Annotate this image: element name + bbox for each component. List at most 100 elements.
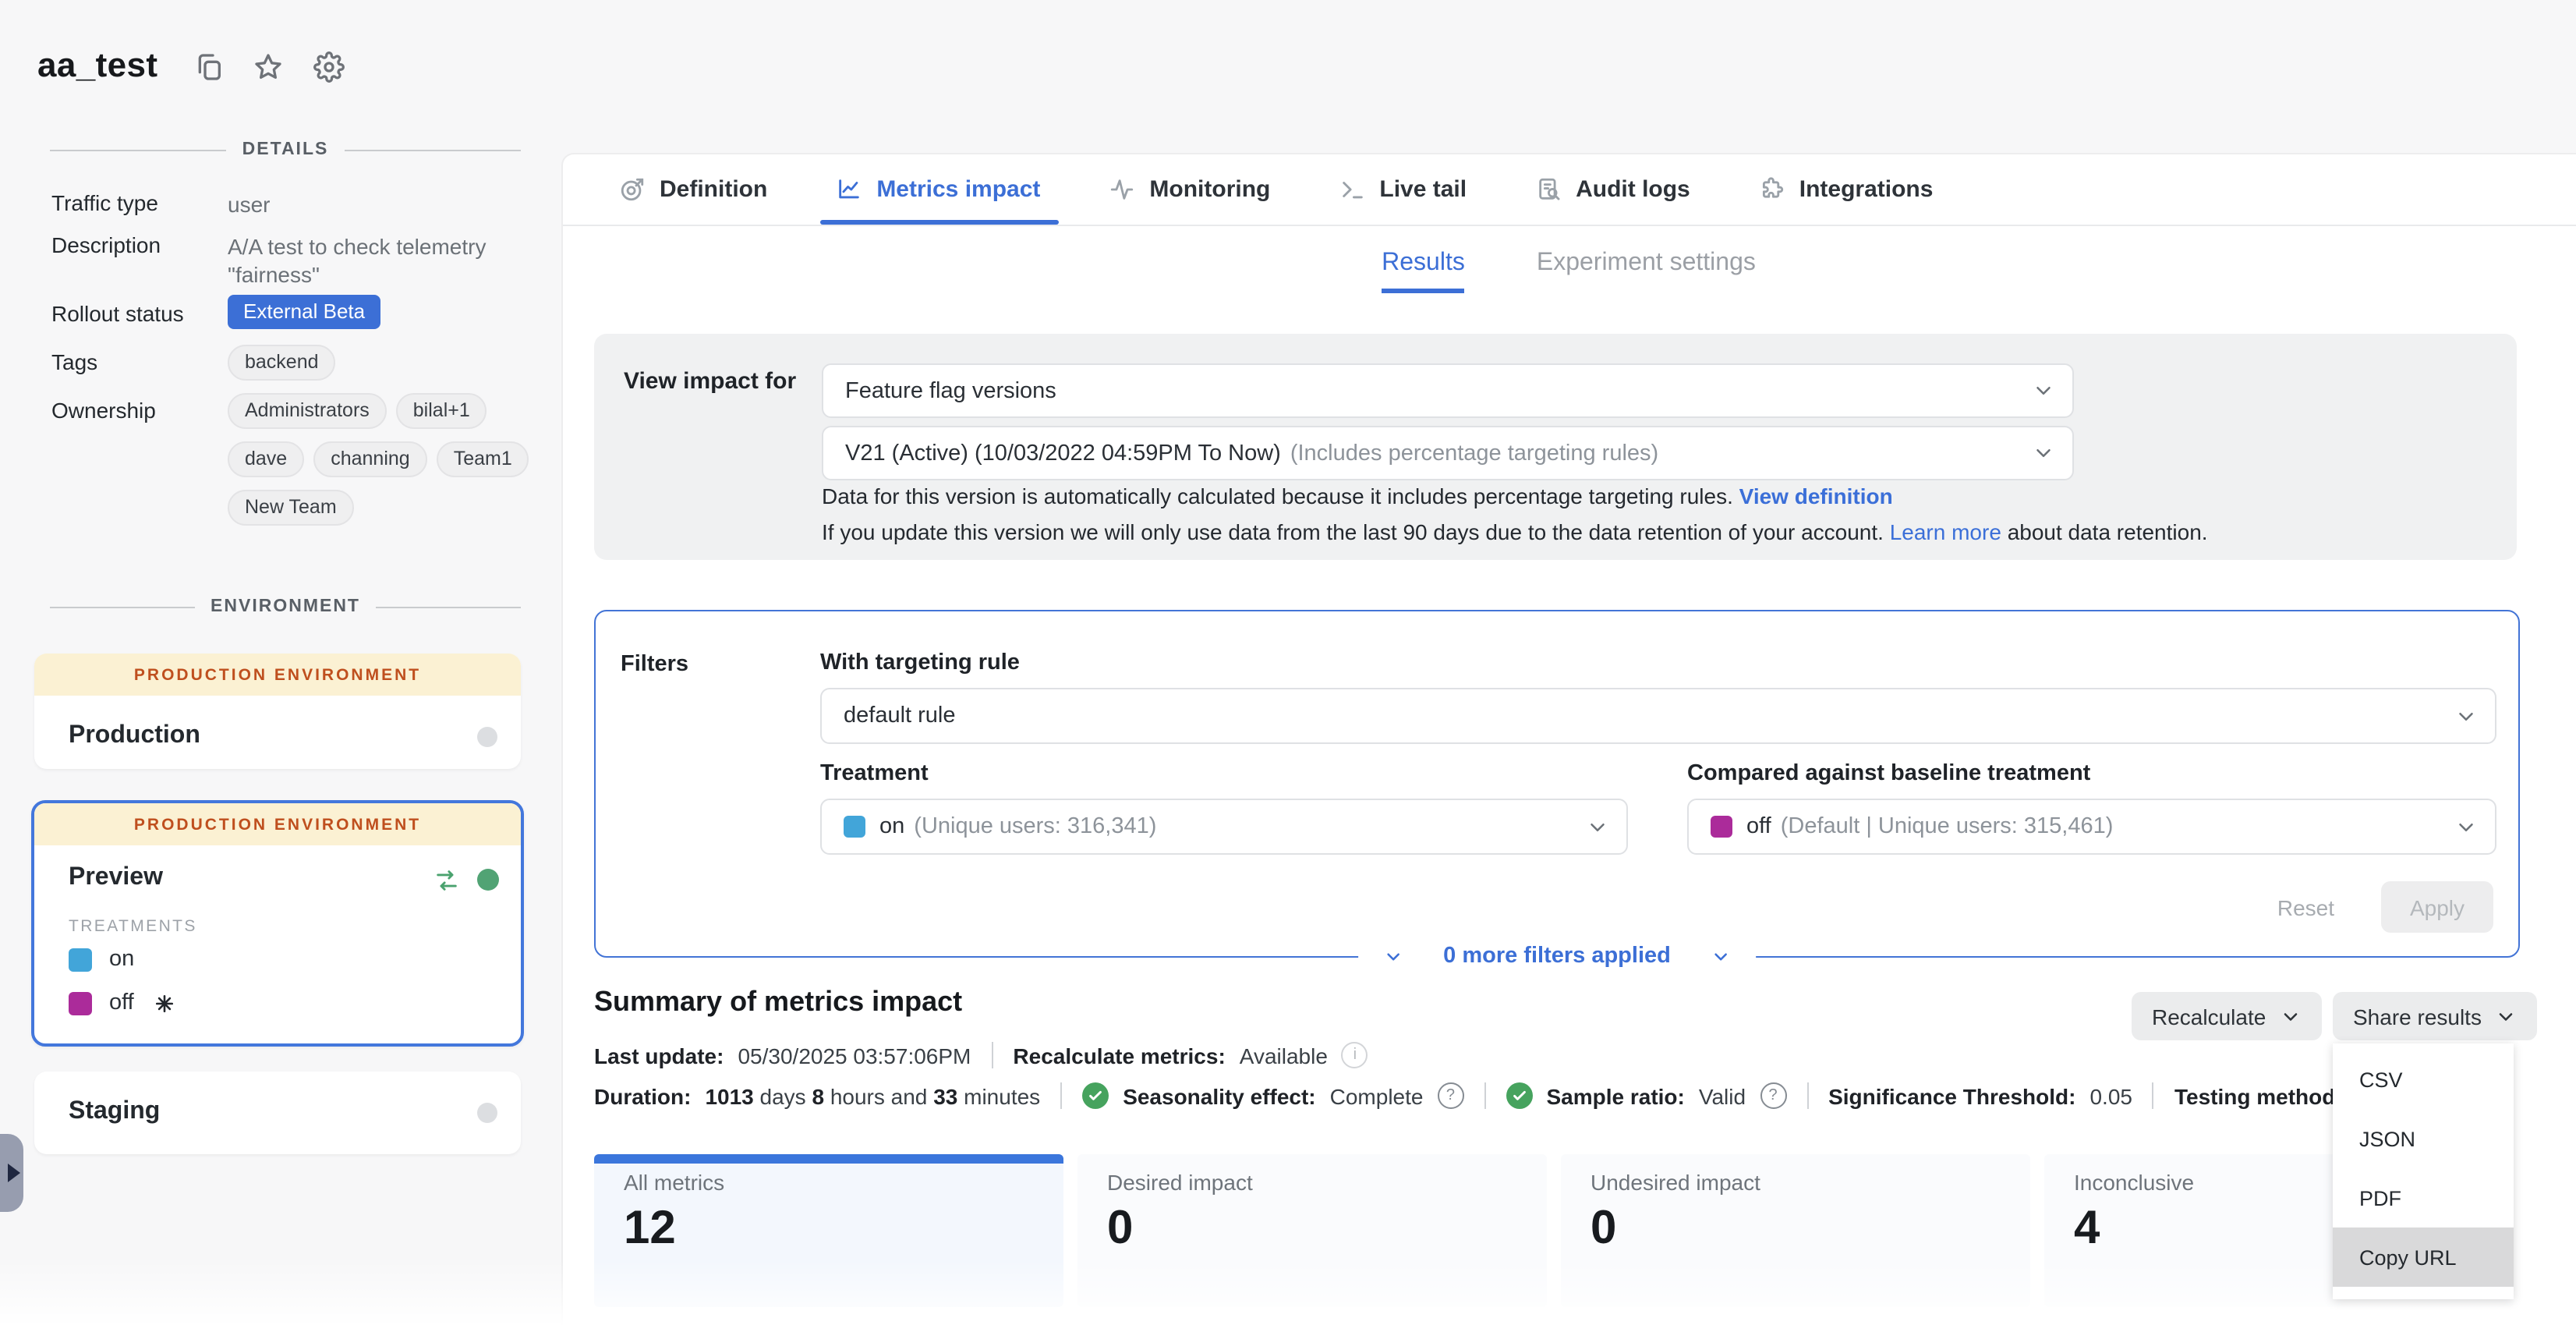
tab-live-tail[interactable]: Live tail [1339, 154, 1467, 225]
metric-card-value: 0 [1107, 1203, 1133, 1256]
chevron-down-icon [2280, 1005, 2302, 1027]
chevron-down-icon [2454, 815, 2478, 838]
help-icon[interactable]: ? [1437, 1082, 1463, 1109]
traffic-type-value: user [228, 190, 521, 218]
star-icon[interactable] [253, 51, 284, 83]
baseline-dropdown[interactable]: off (Default | Unique users: 315,461) [1687, 799, 2496, 855]
owner-chip[interactable]: New Team [228, 490, 354, 526]
owner-chip[interactable]: channing [313, 441, 427, 477]
share-results-label: Share results [2353, 1004, 2482, 1029]
share-results-menu: CSV JSON PDF Copy URL [2333, 1043, 2514, 1299]
help-icon[interactable]: ? [1760, 1082, 1786, 1109]
env-card-preview[interactable]: PRODUCTION ENVIRONMENT Preview TREATMENT… [31, 800, 524, 1047]
treatment-off-swatch [69, 991, 92, 1015]
default-treatment-asterisk-icon [154, 993, 175, 1013]
treatment-on-label: on [109, 947, 134, 972]
details-title: DETAILS [242, 140, 329, 159]
gear-icon[interactable] [313, 51, 345, 83]
version-dropdown[interactable]: V21 (Active) (10/03/2022 04:59PM To Now)… [822, 426, 2074, 480]
tab-label: Integrations [1799, 176, 1934, 203]
tab-integrations[interactable]: Integrations [1759, 154, 1934, 225]
note1-text: Data for this version is automatically c… [822, 484, 1733, 508]
owner-chip[interactable]: bilal+1 [396, 393, 487, 429]
menu-item-pdf[interactable]: PDF [2333, 1168, 2514, 1227]
metric-card-desired-impact[interactable]: Desired impact 0 [1077, 1154, 1547, 1307]
environment-title: ENVIRONMENT [211, 597, 360, 616]
baseline-name: off [1746, 814, 1771, 839]
metric-card-label: Inconclusive [2074, 1170, 2194, 1195]
tab-label: Metrics impact [876, 176, 1040, 203]
treatment-off-label: off [109, 990, 134, 1015]
baseline-detail: (Default | Unique users: 315,461) [1781, 814, 2114, 839]
summary-stats-row-1: Last update: 05/30/2025 03:57:06PM Recal… [594, 1042, 1368, 1068]
sample-ratio-label: Sample ratio: [1546, 1083, 1684, 1108]
targeting-rule-label: With targeting rule [820, 650, 1020, 675]
note2-tail: about data retention. [2008, 519, 2208, 544]
learn-more-link[interactable]: Learn more [1890, 519, 2001, 544]
sidebar-expand-handle[interactable] [0, 1134, 23, 1212]
subtab-experiment-settings[interactable]: Experiment settings [1537, 250, 1756, 293]
targeting-rule-value: default rule [844, 703, 956, 728]
check-circle-icon [1082, 1082, 1109, 1109]
env-status-dot [477, 869, 499, 891]
metric-card-undesired-impact[interactable]: Undesired impact 0 [1561, 1154, 2030, 1307]
line-chart-icon [836, 176, 862, 203]
reset-button[interactable]: Reset [2277, 894, 2334, 919]
tab-monitoring[interactable]: Monitoring [1109, 154, 1270, 225]
puzzle-icon [1759, 176, 1785, 203]
testing-method-label: Testing method: [2174, 1083, 2343, 1108]
tab-definition[interactable]: Definition [619, 154, 767, 225]
significance-threshold-value: 0.05 [2089, 1083, 2132, 1108]
copy-icon[interactable] [193, 51, 225, 83]
production-env-banner: PRODUCTION ENVIRONMENT [34, 654, 521, 696]
swap-arrows-icon [433, 867, 460, 894]
recalculate-button[interactable]: Recalculate [2132, 992, 2322, 1040]
owner-chip[interactable]: dave [228, 441, 304, 477]
note2-text: If you update this version we will only … [822, 519, 1884, 544]
tab-audit-logs[interactable]: Audit logs [1535, 154, 1690, 225]
document-search-icon [1535, 176, 1562, 203]
env-status-dot [477, 1103, 497, 1123]
duration-value: 1013 days 8 hours and 33 minutes [705, 1083, 1040, 1108]
env-status-dot [477, 727, 497, 747]
targeting-rule-dropdown[interactable]: default rule [820, 688, 2496, 744]
check-circle-icon [1506, 1082, 1532, 1109]
rollout-status-badge: External Beta [228, 295, 380, 329]
version-note-line-1: Data for this version is automatically c… [822, 484, 1893, 508]
treatment-row-off: off [69, 990, 175, 1015]
chevron-down-icon [2454, 704, 2478, 728]
tag-chip[interactable]: backend [228, 345, 336, 381]
chevron-down-icon [2032, 379, 2055, 402]
subtab-results[interactable]: Results [1382, 250, 1465, 293]
view-definition-link[interactable]: View definition [1739, 484, 1893, 508]
env-name: Staging [69, 1098, 160, 1126]
metric-card-all-metrics[interactable]: All metrics 12 [594, 1154, 1063, 1307]
treatment-on-swatch [69, 948, 92, 971]
recalculate-metrics-value: Available [1240, 1043, 1328, 1068]
treatment-dropdown[interactable]: on (Unique users: 316,341) [820, 799, 1628, 855]
results-subtabs: Results Experiment settings [561, 250, 2576, 293]
tags-label: Tags [51, 349, 97, 374]
env-card-staging[interactable]: Staging [34, 1072, 521, 1154]
tab-metrics-impact[interactable]: Metrics impact [836, 154, 1040, 225]
menu-item-csv[interactable]: CSV [2333, 1050, 2514, 1109]
description-value: A/A test to check telemetry "fairness" [228, 232, 521, 289]
menu-item-json[interactable]: JSON [2333, 1109, 2514, 1168]
production-env-banner: PRODUCTION ENVIRONMENT [34, 803, 521, 845]
more-filters-toggle[interactable]: 0 more filters applied [1357, 939, 1757, 973]
share-results-button[interactable]: Share results [2333, 992, 2538, 1040]
last-update-label: Last update: [594, 1043, 724, 1068]
apply-button[interactable]: Apply [2381, 881, 2493, 933]
owner-chip[interactable]: Administrators [228, 393, 387, 429]
sample-ratio-value: Valid [1699, 1083, 1746, 1108]
env-name: Preview [69, 864, 163, 892]
view-impact-card: View impact for Feature flag versions V2… [594, 334, 2517, 560]
menu-item-copy-url[interactable]: Copy URL [2333, 1227, 2514, 1287]
env-card-production[interactable]: PRODUCTION ENVIRONMENT Production [34, 654, 521, 769]
owner-chip[interactable]: Team1 [437, 441, 529, 477]
arrow-right-icon [8, 1164, 20, 1182]
metric-card-value: 4 [2074, 1203, 2100, 1256]
activity-pulse-icon [1109, 176, 1135, 203]
impact-type-dropdown[interactable]: Feature flag versions [822, 363, 2074, 418]
info-icon[interactable]: i [1342, 1042, 1368, 1068]
